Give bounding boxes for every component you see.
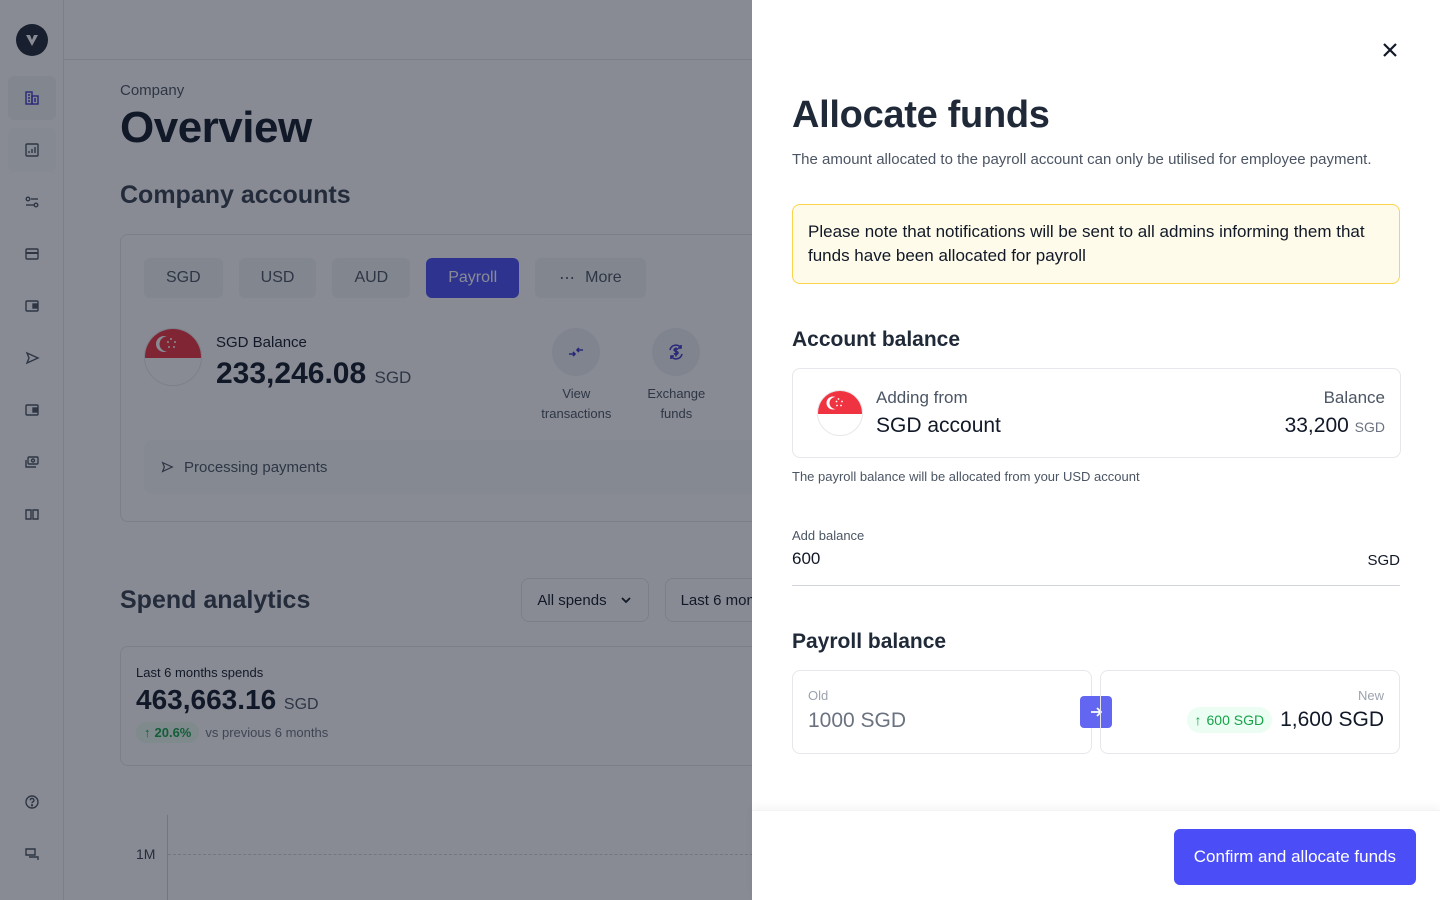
modal-backdrop[interactable] [0,0,752,900]
old-balance-box: Old 1000 SGD [792,670,1092,754]
account-balance-title: Account balance [792,328,961,351]
notice-banner: Please note that notifications will be s… [792,204,1400,284]
balance-label: Balance [1323,388,1385,407]
new-balance-box: New ↑ 600 SGD 1,600 SGD [1100,670,1400,754]
new-balance-delta: 600 SGD [1206,712,1265,728]
payroll-balance-title: Payroll balance [792,630,947,653]
allocate-funds-drawer: Allocate funds The amount allocated to t… [752,0,1440,900]
close-icon [1383,43,1397,57]
source-balance-currency: SGD [1354,419,1385,435]
source-account-name: SGD account [876,414,1001,437]
sg-flag-icon [817,390,863,436]
drawer-title: Allocate funds [792,94,1050,136]
arrow-up-icon: ↑ [1194,712,1202,728]
confirm-allocate-button[interactable]: Confirm and allocate funds [1173,829,1416,885]
old-balance-label: Old [808,688,829,703]
old-balance-value: 1000 SGD [808,709,907,732]
adding-from-label: Adding from [876,388,968,407]
add-balance-field: Add balance SGD [792,528,1400,586]
new-balance-label: New [1357,688,1384,703]
source-balance-amount: 33,200 [1284,414,1349,437]
source-account-card[interactable]: Adding from SGD account Balance 33,200 S… [792,368,1401,458]
source-balance: 33,200 SGD [1285,414,1385,438]
new-balance-delta-badge: ↑ 600 SGD [1186,707,1273,733]
drawer-footer: Confirm and allocate funds [752,810,1440,900]
close-button[interactable] [1378,38,1402,62]
new-balance-value: 1,600 SGD [1280,708,1384,731]
allocation-hint: The payroll balance will be allocated fr… [792,469,1140,484]
add-balance-currency: SGD [1367,552,1400,569]
add-balance-input[interactable] [792,549,1352,569]
drawer-subtitle: The amount allocated to the payroll acco… [792,151,1372,168]
add-balance-label: Add balance [792,528,865,543]
